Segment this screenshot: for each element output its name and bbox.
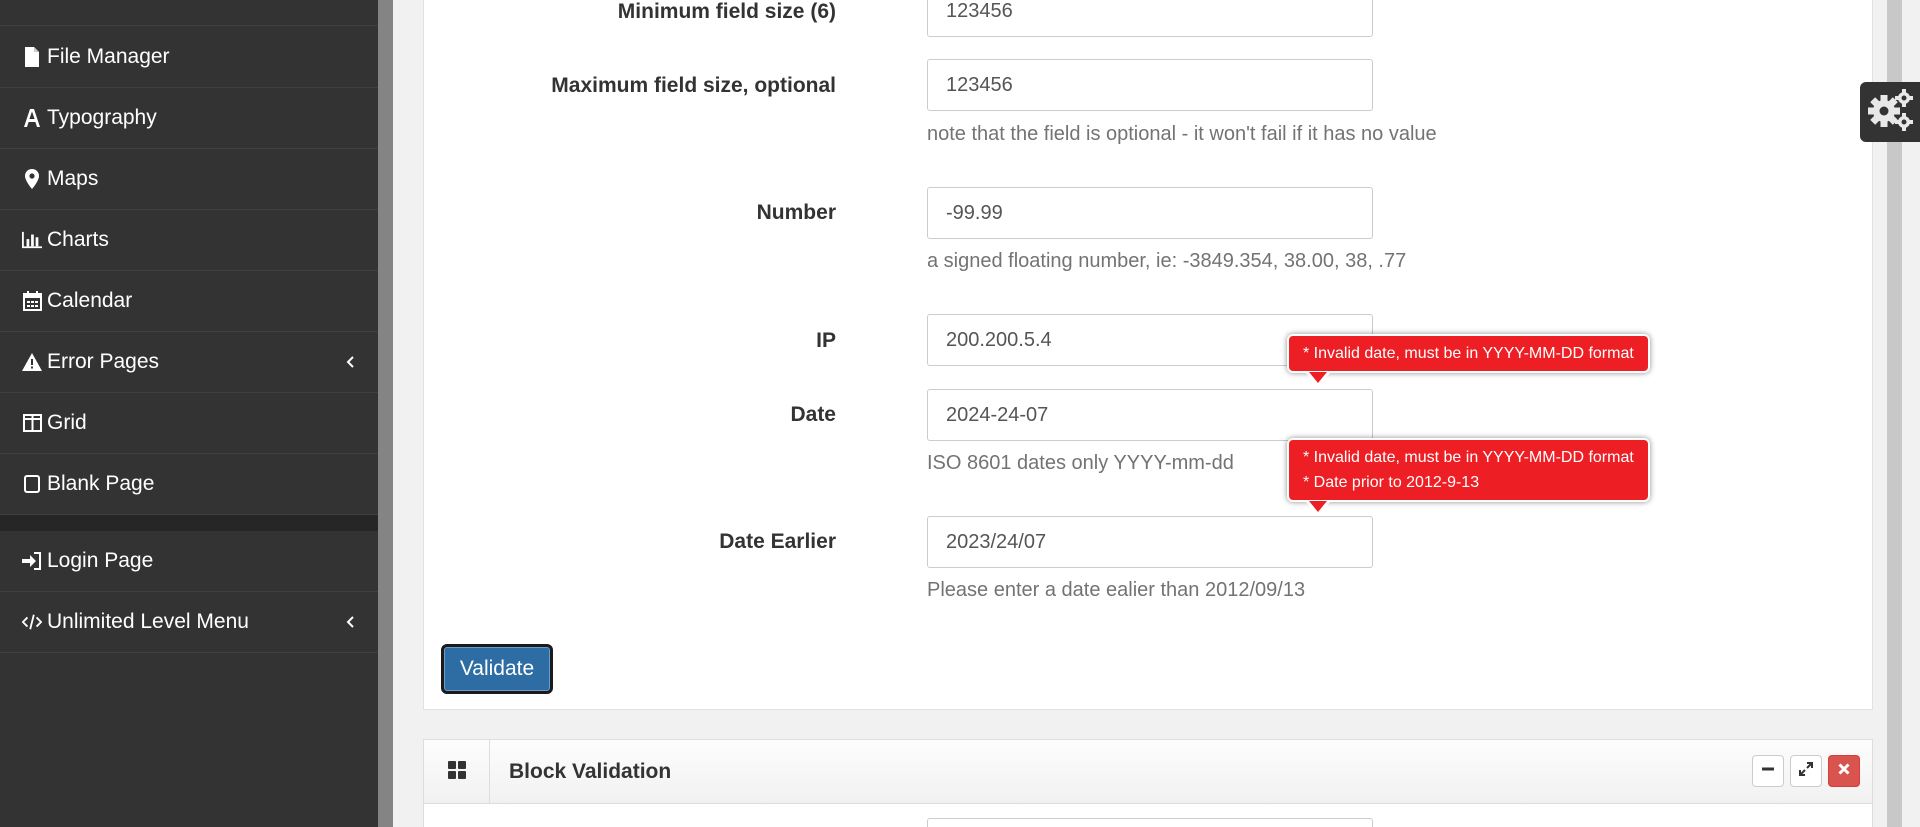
file-icon bbox=[22, 46, 42, 68]
chevron-left-icon bbox=[344, 355, 356, 369]
expand-button[interactable] bbox=[1790, 755, 1822, 787]
close-icon bbox=[1838, 762, 1850, 780]
error-message: * Invalid date, must be in YYYY-MM-DD fo… bbox=[1303, 345, 1634, 362]
number-label: Number bbox=[756, 201, 836, 224]
panel-icon-cell bbox=[424, 740, 490, 804]
sidebar-item-label: Login Page bbox=[47, 549, 154, 572]
sidebar-item-unlimited-level-menu[interactable]: Unlimited Level Menu bbox=[0, 592, 378, 653]
calendar-icon bbox=[22, 290, 42, 312]
chevron-left-icon bbox=[344, 615, 356, 629]
sidebar-top-divider bbox=[0, 0, 378, 26]
tooltip-arrow bbox=[1309, 372, 1327, 383]
close-button[interactable] bbox=[1828, 755, 1860, 787]
validate-button[interactable]: Validate bbox=[441, 644, 553, 694]
gears-icon bbox=[1866, 87, 1914, 138]
panel-title: Block Validation bbox=[509, 760, 672, 783]
sidebar-item-label: File Manager bbox=[47, 44, 170, 68]
sidebar-item-label: Grid bbox=[47, 411, 87, 434]
date-earlier-input[interactable] bbox=[927, 516, 1373, 568]
block-first-input[interactable] bbox=[927, 818, 1373, 827]
grid-icon bbox=[447, 760, 467, 785]
validation-form-panel: Minimum field size (6) Maximum field siz… bbox=[423, 0, 1873, 710]
sidebar-item-login-page[interactable]: Login Page bbox=[0, 531, 378, 592]
min-size-input[interactable] bbox=[927, 0, 1373, 37]
number-help: a signed floating number, ie: -3849.354,… bbox=[927, 250, 1407, 272]
columns-icon bbox=[22, 412, 42, 434]
sidebar-item-label: Error Pages bbox=[47, 350, 160, 373]
date-input[interactable] bbox=[927, 389, 1373, 441]
block-validation-panel: Block Validation bbox=[423, 739, 1873, 827]
sidebar-item-label: Unlimited Level Menu bbox=[47, 610, 249, 633]
content-gutter bbox=[378, 0, 393, 827]
date-help: ISO 8601 dates only YYYY-mm-dd bbox=[927, 452, 1234, 474]
code-icon bbox=[22, 611, 42, 633]
font-icon bbox=[22, 107, 42, 129]
date-earlier-label: Date Earlier bbox=[719, 530, 836, 553]
max-size-input[interactable] bbox=[927, 59, 1373, 111]
ip-label: IP bbox=[816, 329, 836, 352]
sidebar-item-label: Calendar bbox=[47, 289, 133, 312]
settings-toggle[interactable] bbox=[1860, 82, 1920, 142]
sidebar-item-maps[interactable]: Maps bbox=[0, 149, 378, 210]
max-size-label: Maximum field size, optional bbox=[551, 74, 836, 97]
error-message: * Date prior to 2012-9-13 bbox=[1303, 474, 1480, 491]
sidebar-divider bbox=[0, 515, 378, 531]
sidebar-item-label: Charts bbox=[47, 228, 109, 251]
sign-in-icon bbox=[22, 550, 42, 572]
sidebar-item-label: Blank Page bbox=[47, 472, 155, 495]
date-error-tooltip: * Invalid date, must be in YYYY-MM-DD fo… bbox=[1287, 334, 1650, 386]
number-input[interactable] bbox=[927, 187, 1373, 239]
max-size-help: note that the field is optional - it won… bbox=[927, 123, 1437, 145]
sidebar-item-label: Typography bbox=[47, 106, 157, 129]
warning-icon bbox=[22, 351, 42, 373]
square-icon bbox=[22, 473, 42, 495]
minus-icon bbox=[1761, 762, 1775, 781]
min-size-label: Minimum field size (6) bbox=[617, 0, 836, 23]
sidebar-item-blank-page[interactable]: Blank Page bbox=[0, 454, 378, 515]
sidebar-item-typography[interactable]: Typography bbox=[0, 88, 378, 149]
bar-chart-icon bbox=[22, 229, 42, 251]
date-label: Date bbox=[790, 403, 836, 426]
expand-icon bbox=[1799, 761, 1813, 781]
sidebar: File Manager Typography Maps Charts Cale… bbox=[0, 0, 378, 827]
error-message: * Invalid date, must be in YYYY-MM-DD fo… bbox=[1303, 449, 1634, 466]
sidebar-item-label: Maps bbox=[47, 167, 99, 190]
sidebar-item-file-manager[interactable]: File Manager bbox=[0, 26, 378, 88]
map-marker-icon bbox=[22, 168, 42, 190]
date-earlier-error-tooltip: * Invalid date, must be in YYYY-MM-DD fo… bbox=[1287, 438, 1650, 515]
sidebar-item-grid[interactable]: Grid bbox=[0, 393, 378, 454]
date-earlier-help: Please enter a date ealier than 2012/09/… bbox=[927, 579, 1306, 601]
sidebar-item-calendar[interactable]: Calendar bbox=[0, 271, 378, 332]
sidebar-item-charts[interactable]: Charts bbox=[0, 210, 378, 271]
sidebar-item-error-pages[interactable]: Error Pages bbox=[0, 332, 378, 393]
minimize-button[interactable] bbox=[1752, 755, 1784, 787]
panel-header: Block Validation bbox=[424, 740, 1872, 804]
tooltip-arrow bbox=[1309, 501, 1327, 512]
